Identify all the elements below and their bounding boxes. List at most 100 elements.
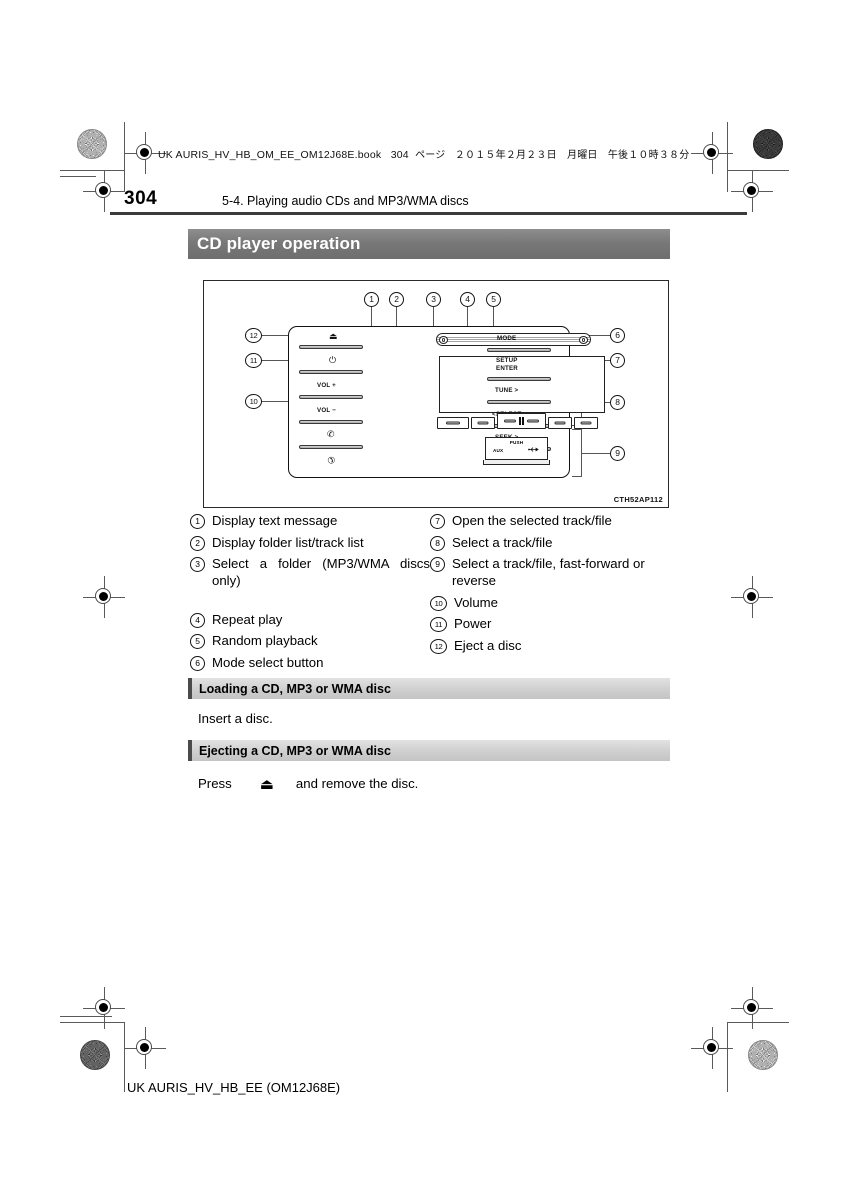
legend-number-6: 6	[190, 655, 205, 671]
legend-number-4: 4	[190, 612, 205, 628]
callout-11: 11	[245, 353, 262, 368]
legend-number-7: 7	[430, 514, 445, 529]
tune-slot[interactable]	[487, 400, 551, 404]
section-title-text: CD player operation	[197, 234, 361, 253]
legend-item-7: 7 Open the selected track/file	[430, 512, 670, 529]
legend-text-8: Select a track/file	[452, 534, 553, 550]
legend-item-5: 5 Random playback	[190, 632, 430, 649]
section-heading-ejecting: Ejecting a CD, MP3 or WMA disc	[199, 743, 391, 758]
legend-number-11: 11	[430, 617, 447, 632]
remove-disc-label: and remove the disc.	[295, 776, 419, 791]
registration-crosshair-bottom-left-inner	[124, 1027, 166, 1069]
eject-button-slot[interactable]	[299, 345, 363, 349]
book-page-number: 304	[390, 149, 409, 161]
legend-number-2: 2	[190, 535, 205, 551]
callout-8: 8	[610, 395, 625, 410]
registration-crosshair-bottom-right-inner	[691, 1027, 733, 1069]
legend-item-2: 2 Display folder list/track list	[190, 534, 430, 551]
registration-starburst-bottom-right	[748, 1040, 778, 1070]
registration-crosshair-mid-right	[731, 576, 773, 618]
volume-up-slot[interactable]	[299, 395, 363, 399]
callout-7: 7	[610, 353, 625, 368]
legend-item-1: 1 Display text message	[190, 512, 430, 529]
crop-mark-bottom-left-h2	[60, 1016, 112, 1017]
legend-number-5: 5	[190, 634, 205, 649]
power-icon[interactable]: ⏻	[329, 356, 336, 365]
button-repeat-play[interactable]	[548, 417, 572, 429]
aux-usb-panel[interactable]: PUSH AUX	[485, 437, 548, 460]
phone-end-icon[interactable]: ✆	[325, 454, 337, 466]
power-button-slot[interactable]	[299, 370, 363, 374]
button-display-text[interactable]	[437, 417, 469, 429]
legend-text-5: Random playback	[212, 633, 318, 648]
registration-crosshair-left-upper	[83, 170, 125, 212]
setup-enter-slot[interactable]	[487, 377, 551, 381]
legend-text-6: Mode select button	[212, 654, 324, 670]
aux-usb-shelf	[483, 460, 550, 465]
display-screen	[439, 356, 605, 413]
leader-9	[582, 453, 610, 454]
legend-number-12: 12	[430, 638, 447, 654]
volume-up-label[interactable]: VOL +	[317, 382, 336, 389]
legend-item-4: 4 Repeat play	[190, 611, 430, 628]
play-pause-icon	[518, 417, 525, 425]
registration-crosshair-left-lower	[83, 987, 125, 1029]
cd-player-figure: 1 2 3 4 5 12 11 10 6 7 8 9 ⏏ ⏻ VOL + VOL…	[203, 280, 669, 508]
chapter-title: 5-4. Playing audio CDs and MP3/WMA discs	[222, 194, 469, 208]
page-footer: UK AURIS_HV_HB_EE (OM12J68E)	[127, 1080, 341, 1095]
volume-down-label[interactable]: VOL −	[317, 407, 336, 414]
legend-text-4: Repeat play	[212, 611, 283, 627]
callout-10: 10	[245, 394, 262, 409]
section-tick-loading	[188, 678, 192, 699]
legend-text-9: Select a track/file, fast-forward or rev…	[452, 556, 645, 588]
tune-label[interactable]: TUNE >	[495, 387, 518, 394]
legend-item-10: 10 Volume	[430, 594, 670, 611]
legend-item-6: 6 Mode select button	[190, 654, 430, 671]
legend-text-7: Open the selected track/file	[452, 513, 612, 528]
callout-2: 2	[389, 292, 404, 307]
callout-1: 1	[364, 292, 379, 307]
callout-9-bracket	[572, 429, 582, 477]
usb-icon	[528, 446, 539, 455]
legend-item-11: 11 Power	[430, 615, 670, 632]
figure-code: CTH52AP112	[613, 495, 663, 504]
legend-number-9: 9	[430, 557, 445, 572]
legend-text-2: Display folder list/track list	[212, 534, 364, 550]
registration-crosshair-top-left-inner	[124, 132, 166, 174]
crop-mark-top-right-v	[727, 122, 728, 192]
registration-crosshair-right-lower	[731, 987, 773, 1029]
setup-label[interactable]: SETUP	[496, 357, 518, 364]
push-label: PUSH	[509, 440, 524, 445]
legend-item-12: 12 Eject a disc	[430, 637, 670, 654]
callout-4: 4	[460, 292, 475, 307]
legend-item-9: 9 Select a track/file, fast-forward or r…	[430, 555, 670, 589]
phone-call-icon[interactable]: ✆	[327, 430, 335, 439]
crop-mark-bottom-left-v	[124, 1022, 125, 1092]
legend-number-3: 3	[190, 557, 205, 572]
crop-mark-bottom-right-corner-h	[727, 1022, 789, 1023]
phone-call-slot[interactable]	[299, 445, 363, 449]
eject-icon[interactable]: ⏏	[329, 332, 338, 341]
callout-3: 3	[426, 292, 441, 307]
section-tick-ejecting	[188, 740, 192, 761]
crop-mark-bottom-right-v	[727, 1022, 728, 1092]
section-header-ejecting: Ejecting a CD, MP3 or WMA disc	[188, 740, 670, 761]
press-label: Press	[198, 776, 232, 791]
leader-10	[262, 401, 288, 402]
cd-slot-cap-right	[579, 335, 588, 344]
legend-text-10: Volume	[454, 594, 498, 610]
mode-label[interactable]: MODE	[497, 335, 516, 342]
legend-text-3: Select a folder (MP3/WMA discs only)	[212, 556, 430, 588]
crop-mark-bottom-left-corner-h	[60, 1022, 125, 1023]
section-body-ejecting: Press ⏏ and remove the disc.	[198, 776, 419, 792]
enter-label[interactable]: ENTER	[496, 365, 518, 372]
button-select-folder[interactable]	[497, 413, 546, 429]
header-rule	[110, 212, 747, 215]
volume-down-slot[interactable]	[299, 420, 363, 424]
legend-number-10: 10	[430, 595, 447, 611]
button-random-playback[interactable]	[574, 417, 598, 429]
button-folder-track-list[interactable]	[471, 417, 495, 429]
legend-text-1: Display text message	[212, 513, 338, 528]
registration-crosshair-top-right-inner	[691, 132, 733, 174]
mode-button-slot[interactable]	[487, 348, 551, 352]
